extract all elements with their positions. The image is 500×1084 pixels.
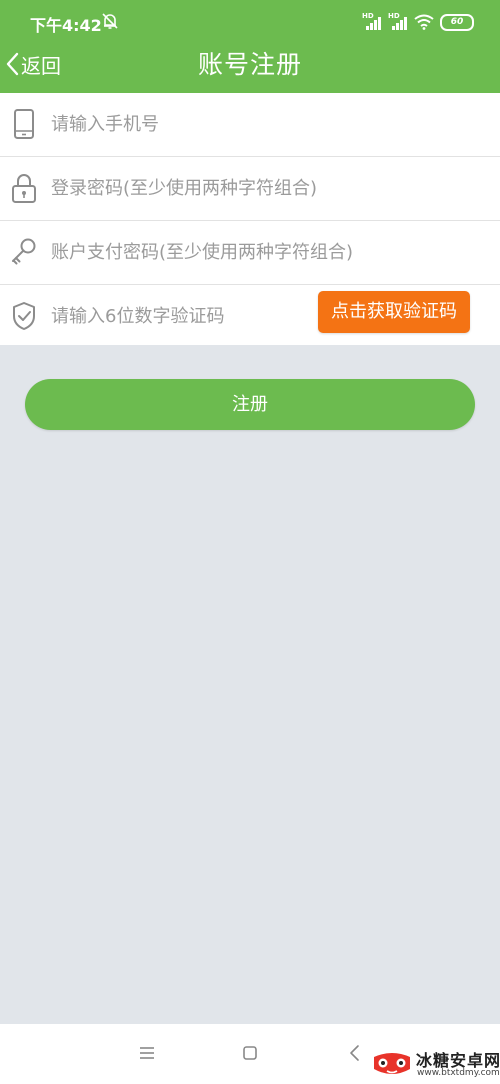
- verification-code-input[interactable]: [51, 299, 306, 333]
- battery-icon: 60: [440, 13, 474, 31]
- status-time: 下午4:42: [30, 16, 102, 35]
- pay-password-row: [0, 221, 500, 285]
- nav-bar: 返回 账号注册: [0, 44, 500, 93]
- key-icon: [12, 238, 36, 265]
- mute-alarm-icon: [102, 13, 118, 29]
- shield-check-icon: [13, 302, 35, 330]
- register-button[interactable]: 注册: [25, 379, 475, 430]
- watermark-logo-icon: [374, 1053, 410, 1074]
- phone-row: [0, 93, 500, 157]
- signal-icon: HD: [362, 12, 382, 30]
- pay-password-input[interactable]: [51, 235, 471, 269]
- get-code-button[interactable]: 点击获取验证码: [318, 291, 470, 333]
- phone-input[interactable]: [51, 107, 471, 141]
- watermark-url: www.btxtdmy.com: [417, 1068, 500, 1078]
- watermark: 冰糖安卓网 www.btxtdmy.com: [370, 1046, 500, 1084]
- password-row: [0, 157, 500, 221]
- back-triangle-icon[interactable]: [348, 1044, 360, 1062]
- password-input[interactable]: [51, 171, 471, 205]
- verification-row: 点击获取验证码: [0, 285, 500, 345]
- signal-icon: HD: [388, 12, 408, 30]
- lock-icon: [12, 174, 36, 203]
- app-header: 下午4:42 HD HD 60 返回 账号注册: [0, 0, 500, 93]
- wifi-icon: [414, 14, 434, 30]
- status-bar: 下午4:42 HD HD 60: [0, 0, 500, 44]
- registration-form: 点击获取验证码: [0, 93, 500, 345]
- page-title: 账号注册: [197, 50, 302, 79]
- menu-icon[interactable]: [139, 1046, 155, 1060]
- status-icons: HD HD 60: [362, 12, 474, 32]
- home-icon[interactable]: [243, 1046, 257, 1060]
- phone-icon: [14, 109, 34, 139]
